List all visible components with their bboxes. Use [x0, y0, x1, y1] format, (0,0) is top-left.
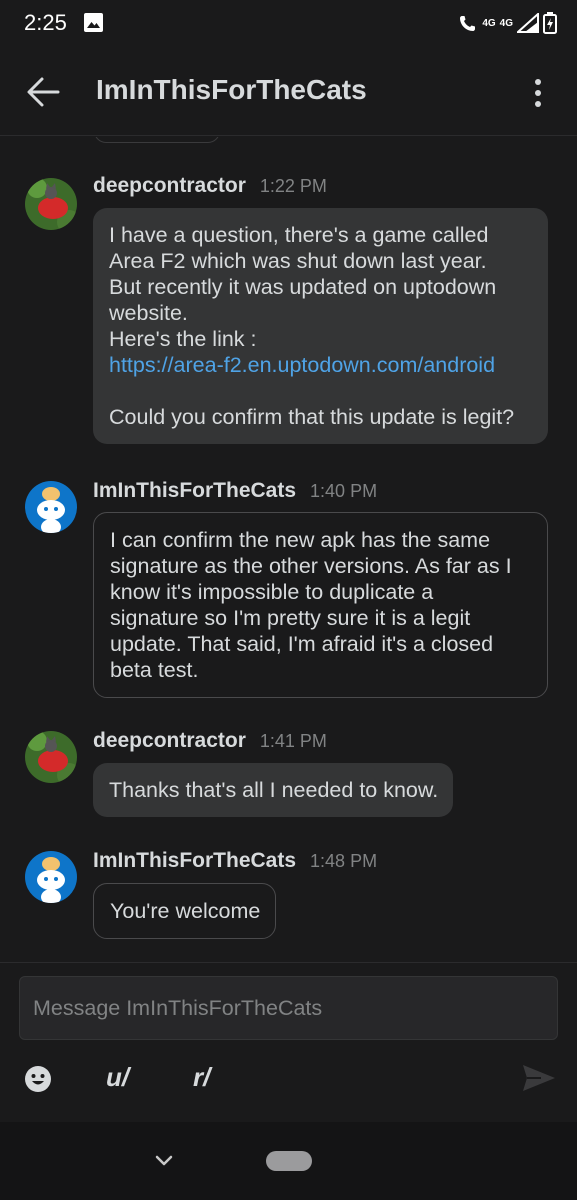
message-input[interactable] [19, 976, 558, 1040]
message-text-line: website. [109, 301, 188, 325]
avatar-cat-icon [25, 731, 77, 783]
signal-icon [517, 13, 539, 33]
arrow-left-icon[interactable] [24, 72, 64, 112]
avatar[interactable] [25, 178, 77, 230]
message-text-line: beta test. [110, 658, 199, 682]
message-text-line: signature so I'm pretty sure it is a leg… [110, 606, 471, 630]
subreddit-mention-button[interactable]: r/ [193, 1062, 210, 1093]
timestamp: 1:48 PM [310, 851, 378, 871]
home-gesture-pill[interactable] [266, 1151, 312, 1171]
chevron-down-icon[interactable] [153, 1152, 175, 1168]
more-vertical-icon[interactable] [523, 76, 553, 110]
message-meta: ImInThisForTheCats 1:40 PM [93, 479, 377, 505]
avatar-snoo-icon [25, 481, 77, 533]
message-bubble: You're welcome [93, 883, 277, 939]
message-text-line: Area F2 which was shut down last year. [109, 249, 487, 273]
message-text-line: But recently it was updated on uptodown [109, 275, 497, 299]
image-notification-icon [84, 13, 103, 32]
message-text-line: Thanks that's all I needed to know. [109, 778, 439, 802]
user-mention-button[interactable]: u/ [106, 1062, 129, 1093]
username[interactable]: deepcontractor [93, 174, 246, 198]
message-list[interactable]: deepcontractor 1:22 PM I have a question… [0, 137, 577, 962]
message-bubble: I have a question, there's a game called… [93, 208, 548, 444]
username[interactable]: deepcontractor [93, 729, 246, 753]
send-icon[interactable] [521, 1063, 557, 1093]
message-meta: deepcontractor 1:41 PM [93, 729, 327, 755]
message-text-line: Could you confirm that this update is le… [109, 405, 515, 429]
timestamp: 1:41 PM [259, 731, 327, 751]
chat-title: ImInThisForTheCats [96, 74, 367, 105]
status-indicators: 4G 4G [458, 12, 557, 34]
message-bubble: I can confirm the new apk has the same s… [93, 512, 548, 698]
system-navigation-bar [0, 1122, 577, 1200]
message-text-line: signature as the other versions. As far … [110, 554, 512, 578]
message-text-line: update. That said, I'm afraid it's a clo… [110, 632, 494, 656]
message-link[interactable]: https://area-f2.en.uptodown.com/android [109, 352, 533, 378]
message-bubble: Thanks that's all I needed to know. [93, 763, 454, 817]
network-type-label-2: 4G [499, 17, 513, 29]
wifi-calling-icon [460, 16, 476, 31]
network-type-label-1: 4G [482, 17, 496, 29]
username[interactable]: ImInThisForTheCats [93, 849, 296, 873]
message-text-line: Here's the link : [109, 327, 257, 351]
emoji-icon[interactable] [24, 1065, 52, 1093]
avatar[interactable] [25, 731, 77, 783]
message-meta: deepcontractor 1:22 PM [93, 174, 327, 200]
message-composer: u/ r/ [0, 962, 577, 1122]
avatar[interactable] [25, 481, 77, 533]
avatar[interactable] [25, 851, 77, 903]
status-bar: 2:25 4G 4G [0, 0, 577, 46]
avatar-cat-icon [25, 178, 77, 230]
message-text-line: You're welcome [110, 899, 261, 923]
message-meta: ImInThisForTheCats 1:48 PM [93, 849, 377, 875]
avatar-snoo-icon [25, 851, 77, 903]
status-time: 2:25 [24, 10, 67, 35]
timestamp: 1:40 PM [310, 481, 378, 501]
battery-icon [543, 12, 557, 34]
chat-header: ImInThisForTheCats [0, 46, 577, 136]
message-text-line: I can confirm the new apk has the same [110, 528, 491, 552]
timestamp: 1:22 PM [259, 176, 327, 196]
previous-message-bubble [94, 137, 220, 143]
username[interactable]: ImInThisForTheCats [93, 479, 296, 503]
message-text-line: know it's impossible to duplicate a [110, 580, 434, 604]
message-text-line: I have a question, there's a game called [109, 223, 489, 247]
